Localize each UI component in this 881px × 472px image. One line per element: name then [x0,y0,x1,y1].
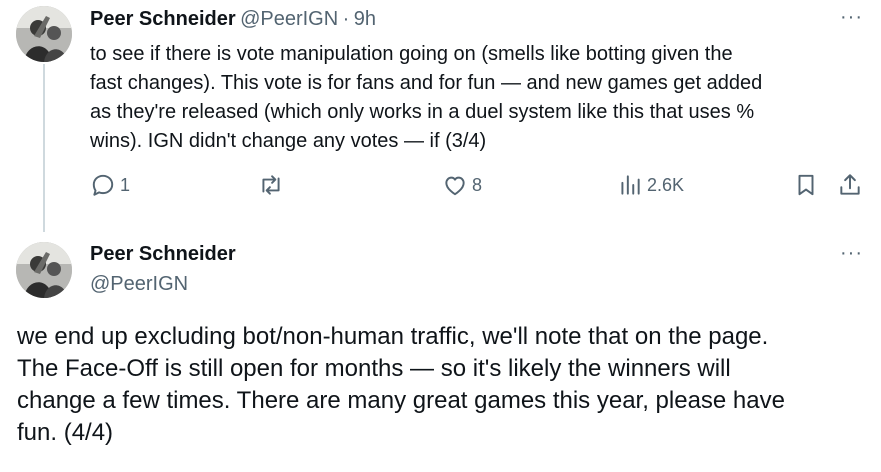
avatar[interactable] [16,242,72,298]
retweet-icon [262,175,280,195]
like-count: 8 [472,174,483,195]
tweet-text: to see if there is vote manipulation goi… [90,40,860,156]
tweet-text-line: change a few times. There are many great… [17,387,785,414]
views-count: 2.6K [647,174,685,195]
tweet-header: Peer Schneider @PeerIGN · 9h [90,8,376,31]
tweet-actions: 1 8 2.6K [90,172,870,208]
tweet-text-line: The Face-Off is still open for months — … [17,355,731,382]
heart-icon [445,176,465,196]
author-name-text: Peer Schneider [90,243,236,265]
more-options-icon[interactable]: ··· [840,6,863,29]
thread-connector-line [43,64,45,232]
views-button[interactable]: 2.6K [617,172,684,198]
more-options-icon[interactable]: ··· [840,242,863,265]
author-name[interactable]: Peer Schneider [90,243,236,266]
author-handle[interactable]: @PeerIGN [90,273,188,296]
reply-count: 1 [120,174,131,195]
views-icon [621,175,640,195]
author-handle[interactable]: @PeerIGN [240,8,338,30]
bookmark-button[interactable] [793,172,819,198]
tweet-text-line: fast changes). This vote is for fans and… [90,72,763,94]
tweet-text-line: fun. (4/4) [17,419,114,446]
tweet-text-line: as they're released (which only works in… [90,101,755,123]
bookmark-icon [798,174,814,196]
tweet-time[interactable]: 9h [354,8,376,30]
tweet-text-line: we end up excluding bot/non-human traffi… [17,323,769,350]
avatar[interactable] [16,6,72,62]
retweet-button[interactable] [258,172,284,198]
reply-button[interactable]: 1 [90,172,130,198]
tweet-text: we end up excluding bot/non-human traffi… [17,321,867,449]
avatar-photo-icon [16,6,72,62]
reply-icon [92,174,114,196]
tweet-text-line: wins). IGN didn't change any votes — if … [90,130,487,152]
avatar-photo-icon [16,242,72,298]
header-separator: · [342,8,350,30]
share-icon [840,174,860,195]
author-name[interactable]: Peer Schneider [90,8,236,30]
author-handle-text: @PeerIGN [90,273,189,295]
like-button[interactable]: 8 [442,172,482,198]
tweet-text-line: to see if there is vote manipulation goi… [90,43,733,65]
share-button[interactable] [837,172,863,198]
